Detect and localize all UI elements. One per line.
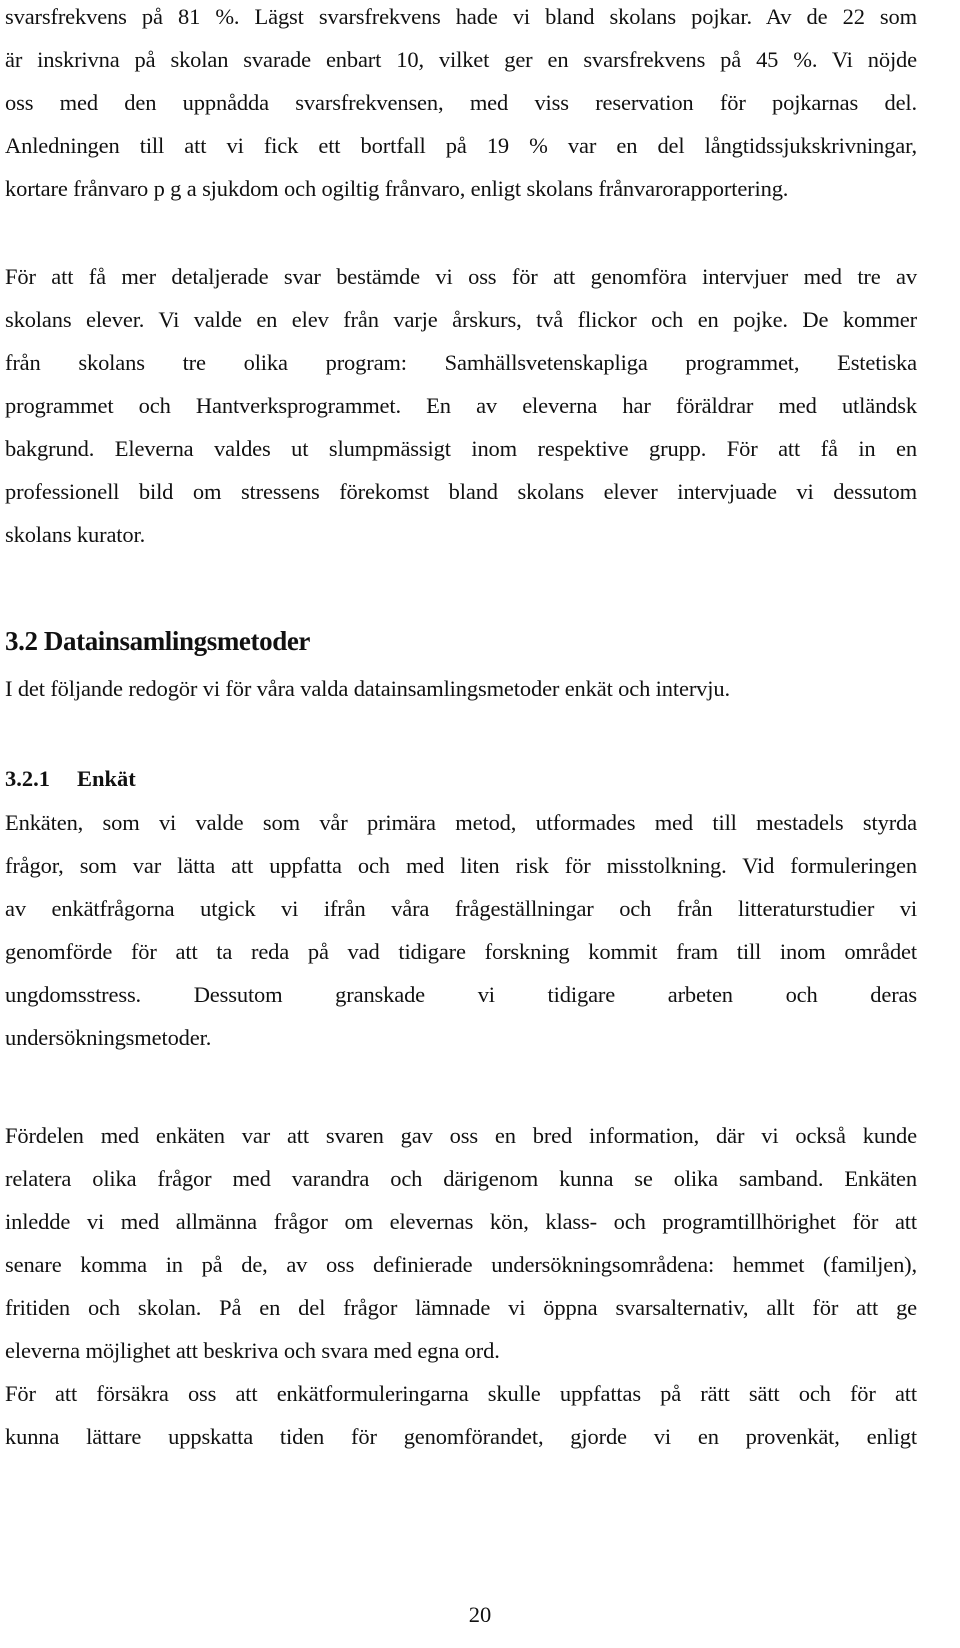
text-line: kunna lättare uppskatta tiden för genomf… — [5, 1424, 917, 1449]
subsection-number: 3.2.1 — [5, 766, 50, 791]
text-line: Enkäten, som vi valde som vår primära me… — [5, 810, 917, 835]
text-line: Fördelen med enkäten var att svaren gav … — [5, 1123, 917, 1148]
text-line: senare komma in på de, av oss definierad… — [5, 1252, 917, 1277]
text-line: inledde vi med allmänna frågor om elever… — [5, 1209, 917, 1234]
text-line: programmet och Hantverksprogrammet. En a… — [5, 393, 917, 418]
text-line: genomförde för att ta reda på vad tidiga… — [5, 939, 917, 964]
text-line: bakgrund. Eleverna valdes ut slumpmässig… — [5, 436, 917, 461]
text-line: För att få mer detaljerade svar bestämde… — [5, 264, 917, 289]
text-line: är inskrivna på skolan svarade enbart 10… — [5, 47, 917, 72]
text-line: skolans elever. Vi valde en elev från va… — [5, 307, 917, 332]
text-line: frågor, som var lätta att uppfatta och m… — [5, 853, 917, 878]
text-line: skolans kurator. — [5, 522, 146, 547]
document-page: svarsfrekvens på 81 %. Lägst svarsfrekve… — [0, 0, 960, 1648]
text-line: kortare frånvaro p g a sjukdom och ogilt… — [5, 176, 789, 201]
text-line: av enkätfrågorna utgick vi ifrån våra fr… — [5, 896, 917, 921]
text-line: professionell bild om stressens förekoms… — [5, 479, 917, 504]
section-heading: 3.2 Datainsamlingsmetoder — [5, 626, 310, 656]
text-line: oss med den uppnådda svarsfrekvensen, me… — [5, 90, 917, 115]
page-number: 20 — [468, 1602, 492, 1627]
subsection-title: Enkät — [77, 766, 136, 791]
text-line: För att försäkra oss att enkätformulerin… — [5, 1381, 917, 1406]
text-line: relatera olika frågor med varandra och d… — [5, 1166, 917, 1191]
text-line: undersökningsmetoder. — [5, 1025, 212, 1050]
text-line: fritiden och skolan. På en del frågor lä… — [5, 1295, 917, 1320]
text-line: I det följande redogör vi för våra valda… — [5, 676, 730, 701]
text-line: Anledningen till att vi fick ett bortfal… — [5, 133, 917, 158]
text-line: eleverna möjlighet att beskriva och svar… — [5, 1338, 500, 1363]
subsection-heading: 3.2.1 Enkät — [5, 764, 136, 794]
text-line: svarsfrekvens på 81 %. Lägst svarsfrekve… — [5, 4, 917, 29]
text-line: ungdomsstress. Dessutom granskade vi tid… — [5, 982, 917, 1007]
text-line: från skolans tre olika program: Samhälls… — [5, 350, 917, 375]
